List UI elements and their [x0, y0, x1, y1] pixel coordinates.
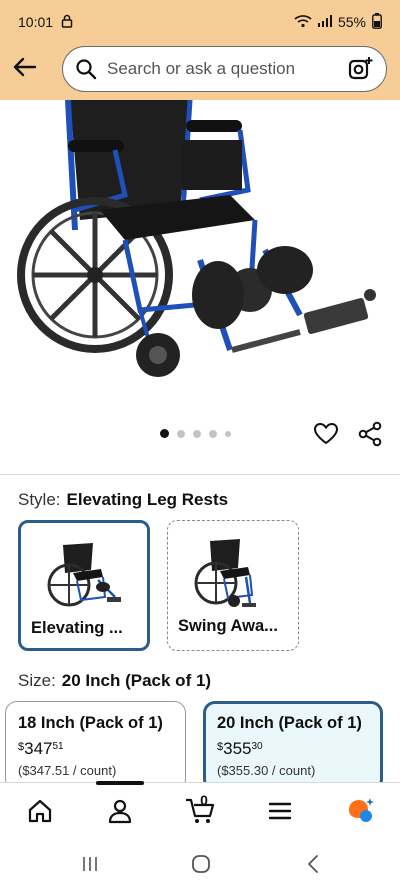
carousel-dot[interactable] [225, 430, 231, 437]
price-whole: 355 [223, 739, 252, 758]
size-option-title: 20 Inch (Pack of 1) [217, 714, 362, 732]
size-option-price: $355 30 [217, 739, 369, 759]
price-fraction: 30 [251, 741, 263, 752]
style-thumbnail [194, 539, 256, 607]
camera-search-icon[interactable] [348, 56, 374, 82]
menu-icon [268, 802, 292, 820]
status-time: 10:01 [18, 14, 54, 30]
product-image[interactable] [0, 99, 400, 410]
carousel-dot[interactable] [209, 429, 217, 438]
style-option-elevating[interactable]: Elevating ... [18, 520, 150, 651]
arrow-left-icon [13, 57, 37, 77]
home-icon [28, 799, 52, 823]
search-header: Search or ask a question [0, 44, 400, 94]
style-selected-value: Elevating Leg Rests [66, 490, 229, 509]
style-option-swing-away[interactable]: Swing Awa... [167, 520, 299, 651]
carousel-dot[interactable] [177, 429, 185, 438]
recents-icon [83, 857, 97, 871]
size-option-20-inch[interactable]: 20 Inch (Pack of 1) $355 30 ($355.30 / co… [203, 701, 383, 791]
search-icon [75, 58, 97, 80]
rufus-icon [349, 798, 374, 822]
nav-menu[interactable] [265, 796, 295, 826]
status-bar: 10:01 55% [0, 0, 400, 44]
account-icon [108, 799, 132, 824]
style-thumbnail [47, 543, 121, 607]
carousel-dots [160, 429, 231, 438]
nav-cart[interactable]: 0 [185, 792, 215, 826]
back-button[interactable] [10, 52, 40, 82]
price-whole: 347 [24, 739, 53, 758]
wishlist-button[interactable] [313, 421, 339, 447]
nav-rufus[interactable] [345, 796, 375, 826]
search-placeholder: Search or ask a question [107, 59, 296, 78]
lock-icon [61, 14, 73, 31]
heart-icon [313, 422, 339, 445]
battery-icon [372, 12, 382, 32]
style-option-label: Elevating ... [31, 619, 123, 637]
unit-price: ($355.30 / count) [217, 763, 316, 778]
search-input[interactable]: Search or ask a question [62, 46, 387, 92]
size-selected-value: 20 Inch (Pack of 1) [61, 671, 212, 690]
size-option-18-inch[interactable]: 18 Inch (Pack of 1) $347 51 ($347.51 / co… [5, 701, 186, 791]
nav-account[interactable] [105, 796, 135, 826]
carousel-dot[interactable] [160, 429, 169, 438]
size-option-price: $347 51 [18, 739, 173, 759]
recent-apps-button[interactable] [78, 852, 102, 876]
size-option-title: 18 Inch (Pack of 1) [18, 714, 163, 732]
system-navigation-bar [0, 838, 400, 889]
size-label: Size: [18, 671, 56, 690]
wifi-icon [294, 14, 312, 31]
chevron-left-icon [308, 855, 318, 873]
style-label: Style: [18, 490, 61, 509]
active-tab-indicator [96, 781, 144, 785]
home-circle-icon [192, 855, 210, 873]
carousel-dot[interactable] [193, 429, 201, 438]
back-system-button[interactable] [301, 852, 325, 876]
battery-text: 55% [337, 14, 366, 30]
style-option-label: Swing Awa... [178, 617, 278, 635]
price-fraction: 51 [52, 741, 64, 752]
unit-price: ($347.51 / count) [18, 763, 117, 778]
size-heading: Size: 20 Inch (Pack of 1) [18, 671, 211, 691]
style-heading: Style: Elevating Leg Rests [18, 490, 228, 510]
home-system-button[interactable] [189, 852, 213, 876]
nav-home[interactable] [25, 796, 55, 826]
share-icon [358, 421, 382, 447]
bottom-navigation: 0 [0, 781, 400, 838]
signal-icon [317, 14, 332, 30]
cart-count: 0 [200, 792, 208, 808]
section-divider [0, 474, 400, 475]
share-button[interactable] [357, 421, 383, 447]
